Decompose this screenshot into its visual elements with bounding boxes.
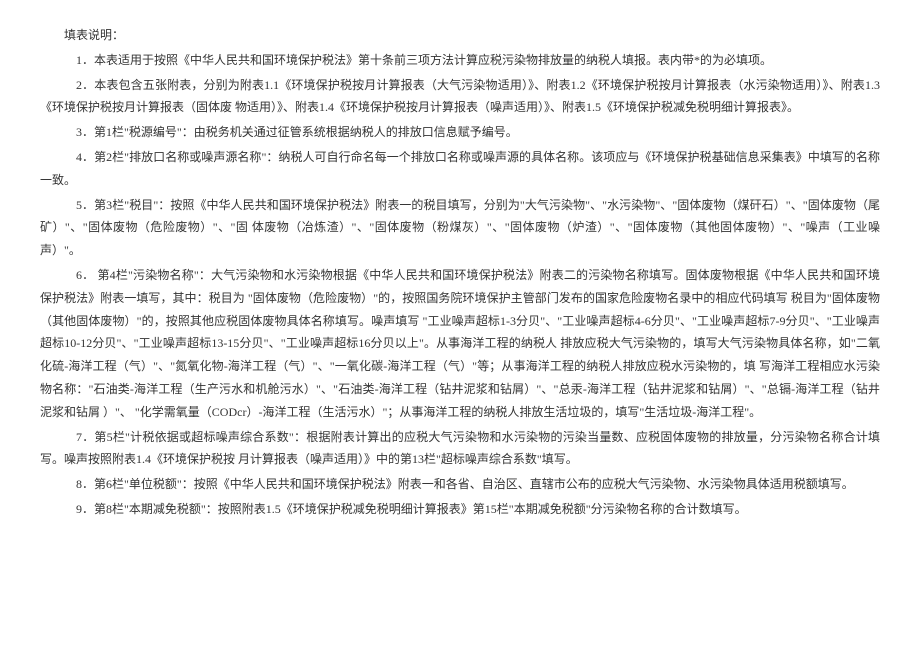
instruction-item-5: 5．第3栏"税目"：按照《中华人民共和国环境保护税法》附表一的税目填写，分别为"… <box>40 194 880 262</box>
instruction-item-2: 2．本表包含五张附表，分别为附表1.1《环境保护税按月计算报表（大气污染物适用）… <box>40 74 880 120</box>
instruction-item-6: 6． 第4栏"污染物名称"：大气污染物和水污染物根据《中华人民共和国环境保护税法… <box>40 264 880 424</box>
instruction-item-8: 8．第6栏"单位税额"：按照《中华人民共和国环境保护税法》附表一和各省、自治区、… <box>40 473 880 496</box>
instruction-item-4: 4．第2栏"排放口名称或噪声源名称"：纳税人可自行命名每一个排放口名称或噪声源的… <box>40 146 880 192</box>
instruction-item-9: 9．第8栏"本期减免税额"：按照附表1.5《环境保护税减免税明细计算报表》第15… <box>40 498 880 521</box>
instruction-item-3: 3．第1栏"税源编号"：由税务机关通过征管系统根据纳税人的排放口信息赋予编号。 <box>40 121 880 144</box>
document-title: 填表说明： <box>40 24 880 47</box>
instruction-item-7: 7．第5栏"计税依据或超标噪声综合系数"：根据附表计算出的应税大气污染物和水污染… <box>40 426 880 472</box>
instruction-item-1: 1．本表适用于按照《中华人民共和国环境保护税法》第十条前三项方法计算应税污染物排… <box>40 49 880 72</box>
